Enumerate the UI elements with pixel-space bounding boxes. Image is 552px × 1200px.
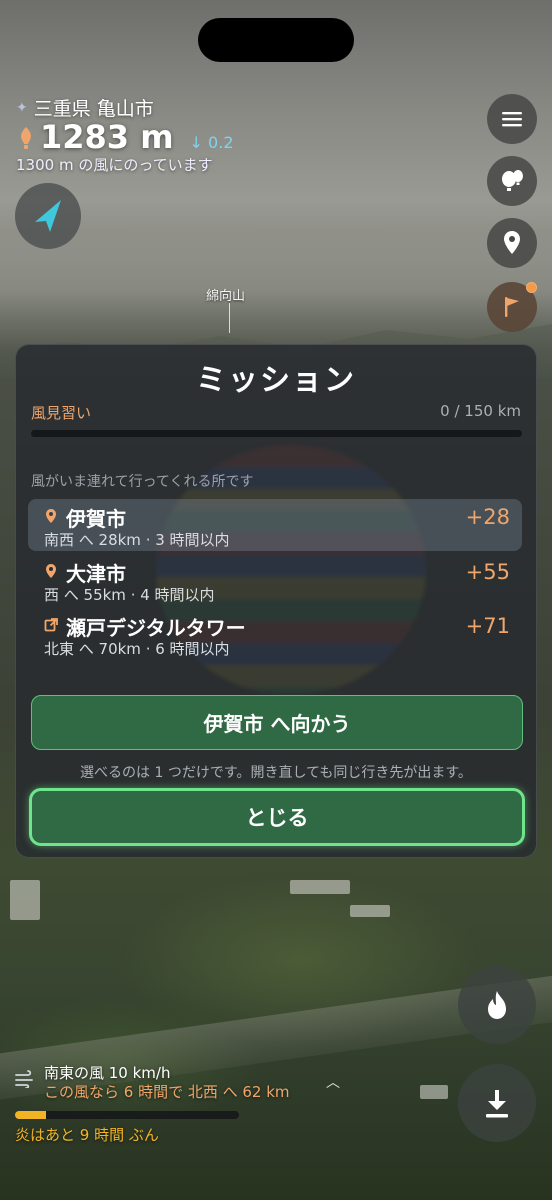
balloons-button[interactable] [487,156,537,206]
wind-layer-note: 1300 m の風にのっています [16,156,213,174]
destination-points: +28 [465,505,510,529]
arrow-down-icon: ↓ [189,133,203,152]
mission-progress-bar [31,430,522,437]
pin-icon [46,509,56,523]
arrow-down-to-line-icon [486,1090,508,1118]
location-button[interactable] [487,218,537,268]
chevron-up-icon[interactable]: ︿ [326,1072,340,1092]
mission-progress-text: 0 / 150 km [440,402,521,420]
mission-name: 風見習い [31,404,92,422]
location-name: 三重県 亀山市 [33,98,154,120]
village-buildings [10,880,40,920]
menu-button[interactable] [487,94,537,144]
altitude-value: 1283 m [40,118,174,156]
peak-label: 綿向山 [206,289,246,304]
village-buildings [420,1085,448,1099]
fuel-remaining-text: 炎はあと 9 時間 ぶん [15,1126,159,1144]
destination-points: +55 [465,560,510,584]
destination-name: 伊賀市 [66,507,126,531]
notification-dot [526,282,537,293]
burner-button[interactable] [458,966,536,1044]
external-link-icon [44,618,58,632]
mission-panel: ミッション 風見習い 0 / 150 km 風がいま連れて行ってくれる所です 伊… [15,344,537,858]
destination-points: +71 [465,614,510,638]
wind-icon [15,1070,33,1088]
star-icon: ✦ [16,99,28,116]
vario-value: 0.2 [208,133,234,152]
destination-detail: 南西 へ 28km · 3 時間以内 [44,531,230,549]
compass-button[interactable] [15,183,81,249]
wind-speed-text: 南東の風 10 km/h [44,1064,171,1082]
dynamic-island [198,18,354,62]
compass-arrow-icon [35,200,61,232]
altitude-readout: 1283 m ↓ 0.2 [18,118,234,156]
destination-name: 大津市 [66,562,126,586]
vario-indicator: ↓ 0.2 [190,133,234,152]
vent-button[interactable] [458,1064,536,1142]
destination-name: 瀬戸デジタルタワー [66,616,246,640]
destination-detail: 北東 へ 70km · 6 時間以内 [44,640,230,658]
close-button[interactable]: とじる [29,788,525,846]
map-pin-icon [504,231,520,254]
village-buildings [350,905,390,917]
fuel-bar-fill [15,1111,47,1119]
sky-haze [0,230,552,350]
flame-icon [21,127,31,149]
destination-option[interactable]: 瀬戸デジタルタワー 北東 へ 70km · 6 時間以内 +71 [28,608,522,660]
pin-icon [46,564,56,578]
fire-icon [488,991,506,1019]
location-header: ✦ 三重県 亀山市 [16,94,154,121]
mission-flag-button[interactable] [487,282,537,332]
destination-option[interactable]: 伊賀市 南西 へ 28km · 3 時間以内 +28 [28,499,522,551]
wind-forecast-text: この風なら 6 時間で 北西 へ 62 km [44,1083,290,1101]
fuel-bar [15,1111,239,1119]
balloons-icon [502,170,523,191]
go-to-destination-button[interactable]: 伊賀市 へ向かう [31,695,523,750]
peak-marker-line [229,303,230,333]
mission-title: ミッション [196,363,356,398]
flag-icon [505,297,519,317]
destination-detail: 西 へ 55km · 4 時間以内 [44,586,215,604]
destination-option[interactable]: 大津市 西 へ 55km · 4 時間以内 +55 [28,554,522,606]
village-buildings [290,880,350,894]
choice-note: 選べるのは 1 つだけです。開き直しても同じ行き先が出ます。 [80,765,472,781]
destinations-hint: 風がいま連れて行ってくれる所です [31,474,254,490]
hamburger-icon [502,112,522,127]
